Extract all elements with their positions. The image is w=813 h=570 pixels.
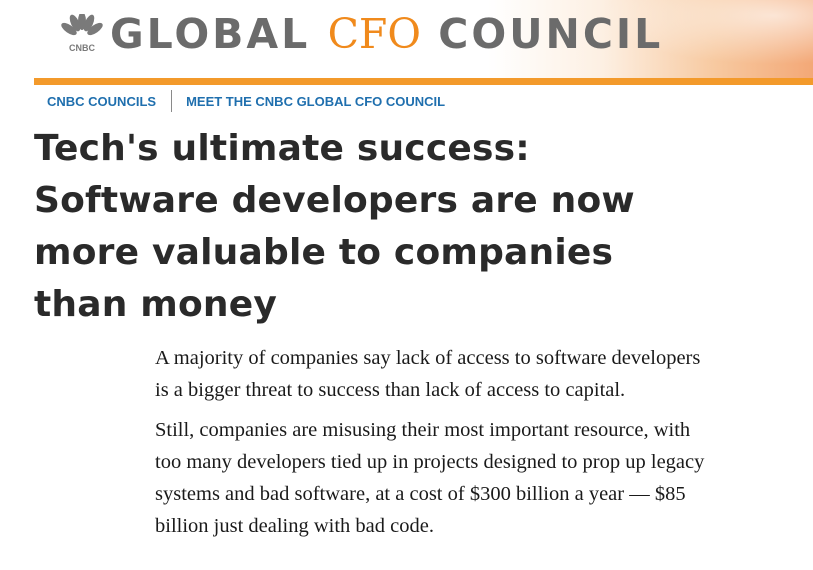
brand-council: COUNCIL [438,10,664,58]
key-point: A majority of companies say lack of acce… [155,342,805,406]
headline-line: Software developers are now [34,180,635,221]
key-point-line: is a bigger threat to success than lack … [155,379,626,401]
key-point: Still, companies are misusing their most… [155,414,805,542]
svg-text:CNBC: CNBC [69,43,95,53]
brand-global: GLOBAL [110,10,311,58]
key-points: A majority of companies say lack of acce… [155,342,805,550]
key-point-line: systems and bad software, at a cost of $… [155,483,686,505]
peacock-icon[interactable]: CNBC [60,14,104,54]
key-point-line: A majority of companies say lack of acce… [155,347,701,369]
headline-line: more valuable to companies [34,232,614,273]
brand-cfo: CFO [327,10,421,58]
key-point-line: billion just dealing with bad code. [155,515,434,537]
breadcrumb-divider [171,90,173,112]
headline-line: than money [34,284,278,325]
article-headline: Tech's ultimate success: Software develo… [34,123,794,331]
orange-rule [34,78,813,85]
key-point-line: too many developers tied up in projects … [155,451,705,473]
breadcrumb-meet-council[interactable]: MEET THE CNBC GLOBAL CFO COUNCIL [186,94,445,109]
headline-line: Tech's ultimate success: [34,128,530,169]
key-point-line: Still, companies are misusing their most… [155,419,691,441]
council-title[interactable]: GLOBAL CFO COUNCIL [110,6,663,62]
breadcrumb-cnbc-councils[interactable]: CNBC COUNCILS [47,94,156,109]
breadcrumb: CNBC COUNCILS MEET THE CNBC GLOBAL CFO C… [47,89,445,113]
